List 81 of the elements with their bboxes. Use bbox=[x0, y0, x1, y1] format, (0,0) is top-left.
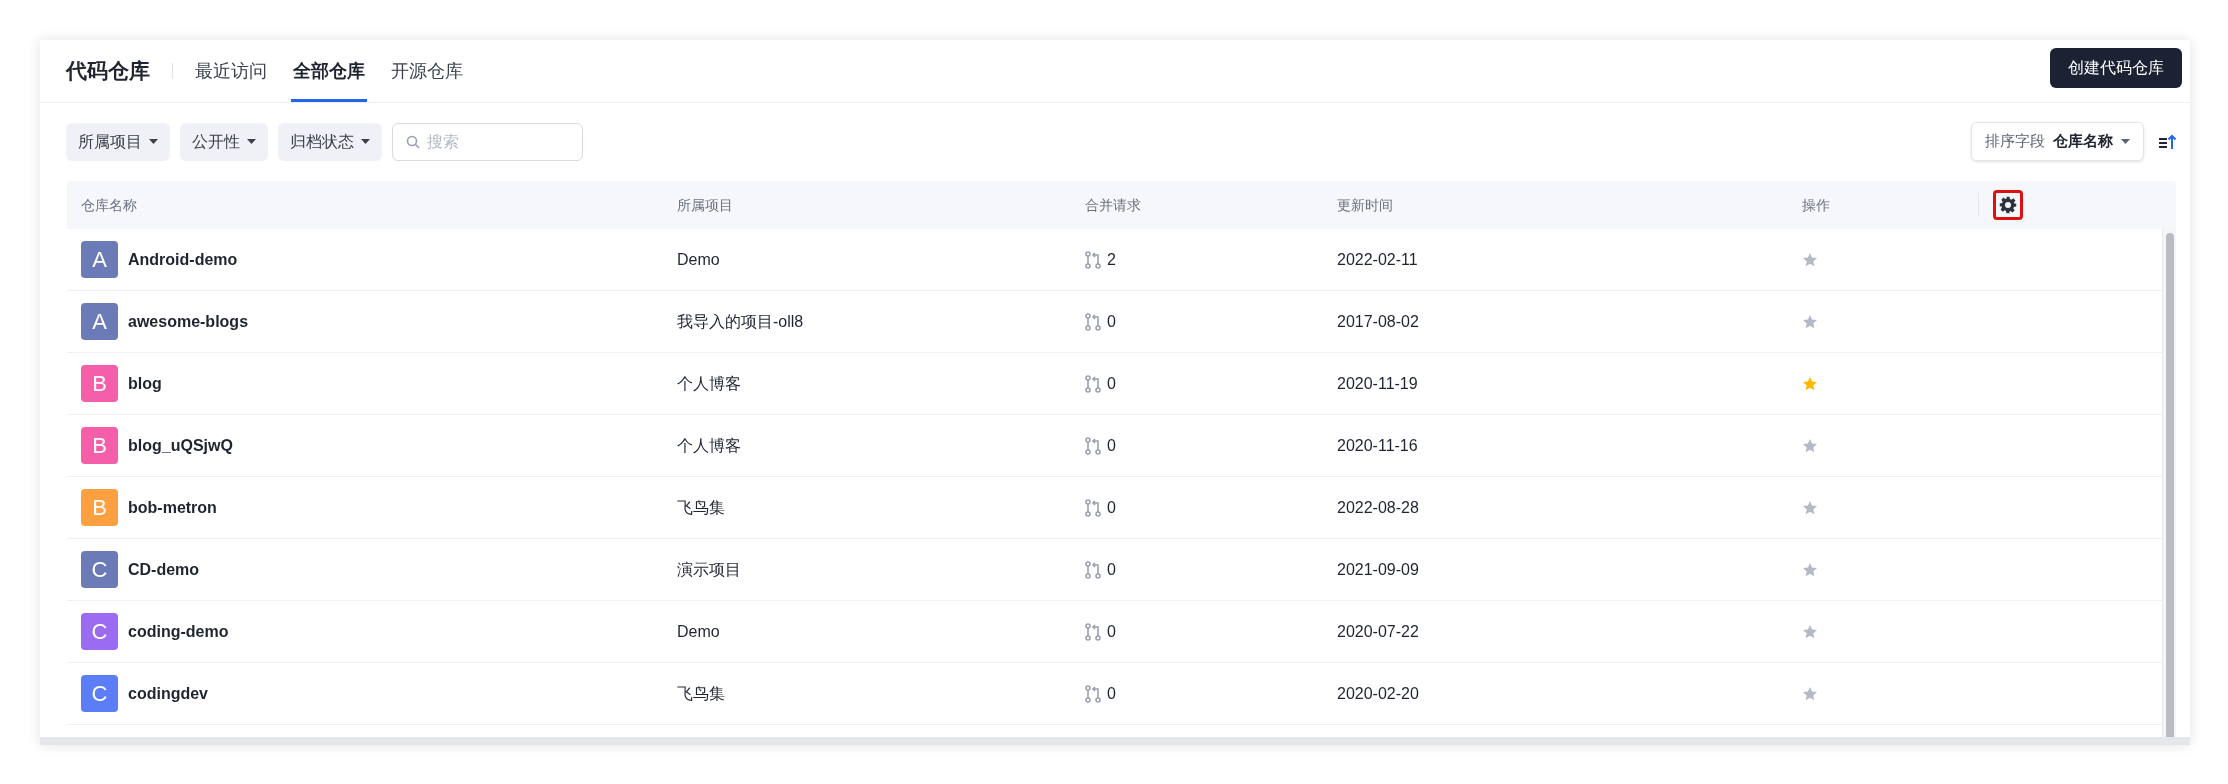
caret-icon bbox=[247, 139, 256, 144]
project-name: 飞鸟集 bbox=[677, 683, 725, 704]
star-icon[interactable] bbox=[1802, 313, 1818, 330]
filter-dropdown[interactable]: 公开性 bbox=[180, 122, 268, 161]
filter-dropdown[interactable]: 归档状态 bbox=[278, 122, 382, 161]
update-date: 2020-11-19 bbox=[1337, 373, 1418, 394]
update-date: 2022-02-11 bbox=[1337, 249, 1418, 270]
star-icon[interactable] bbox=[1802, 499, 1818, 516]
merge-request-icon bbox=[1085, 498, 1101, 517]
repository-name-link[interactable]: codingdev bbox=[128, 681, 208, 706]
repository-name-link[interactable]: CD-demo bbox=[128, 557, 200, 582]
filter-dropdown[interactable]: 所属项目 bbox=[66, 122, 170, 161]
project-name: 飞鸟集 bbox=[677, 497, 725, 518]
star-icon[interactable] bbox=[1802, 685, 1818, 702]
project-name: 演示项目 bbox=[677, 559, 741, 580]
sort-field-dropdown[interactable]: 排序字段 仓库名称 bbox=[1971, 122, 2144, 161]
sort-ascending-icon[interactable] bbox=[2158, 133, 2176, 150]
repository-name-link[interactable]: blog bbox=[128, 371, 162, 396]
project-name: Demo bbox=[677, 249, 720, 270]
merge-request-icon bbox=[1085, 250, 1101, 269]
project-name: Demo bbox=[677, 621, 720, 642]
caret-icon bbox=[2121, 139, 2130, 144]
search-icon bbox=[406, 134, 420, 149]
column-header: 仓库名称 bbox=[81, 195, 137, 215]
create-repository-button[interactable]: 创建代码仓库 bbox=[2050, 48, 2182, 88]
star-icon[interactable] bbox=[1802, 437, 1818, 454]
repository-avatar: A bbox=[81, 241, 118, 278]
update-date: 2020-07-22 bbox=[1337, 621, 1419, 642]
merge-request-count: 0 bbox=[1107, 373, 1116, 394]
repository-avatar: C bbox=[81, 675, 118, 712]
update-date: 2020-11-16 bbox=[1337, 435, 1418, 456]
column-header: 合并请求 bbox=[1085, 195, 1141, 215]
repository-avatar: A bbox=[81, 303, 118, 340]
settings-icon[interactable] bbox=[1999, 196, 2017, 214]
search-field[interactable]: 搜索 bbox=[392, 122, 583, 161]
page-title: 代码仓库 bbox=[66, 58, 150, 85]
merge-request-count: 0 bbox=[1107, 621, 1116, 642]
merge-request-icon bbox=[1085, 560, 1101, 579]
star-icon[interactable] bbox=[1802, 561, 1818, 578]
update-date: 2017-08-02 bbox=[1337, 311, 1419, 332]
project-name: 个人博客 bbox=[677, 373, 741, 394]
repository-name-link[interactable]: bob-metron bbox=[128, 495, 217, 520]
merge-request-icon bbox=[1085, 312, 1101, 331]
star-icon[interactable] bbox=[1802, 623, 1818, 640]
caret-icon bbox=[361, 139, 370, 144]
repository-name-link[interactable]: coding-demo bbox=[128, 619, 229, 644]
project-name: 我导入的项目-oll8 bbox=[677, 311, 804, 332]
merge-request-count: 0 bbox=[1107, 311, 1116, 332]
repository-avatar: B bbox=[81, 427, 118, 464]
tab[interactable]: 最近访问 bbox=[193, 40, 269, 102]
sort-field-value: 仓库名称 bbox=[2053, 131, 2113, 152]
repository-name-link[interactable]: blog_uQSjwQ bbox=[128, 433, 233, 458]
repository-avatar: C bbox=[81, 551, 118, 588]
merge-request-count: 0 bbox=[1107, 559, 1116, 580]
merge-request-icon bbox=[1085, 684, 1101, 703]
column-header: 更新时间 bbox=[1337, 195, 1393, 215]
repository-avatar: C bbox=[81, 613, 118, 650]
tab[interactable]: 全部仓库 bbox=[291, 40, 367, 102]
sort-field-label: 排序字段 bbox=[1985, 131, 2045, 152]
merge-request-count: 0 bbox=[1107, 683, 1116, 704]
repository-avatar: B bbox=[81, 489, 118, 526]
update-date: 2021-09-09 bbox=[1337, 559, 1419, 580]
merge-request-icon bbox=[1085, 436, 1101, 455]
merge-request-count: 0 bbox=[1107, 435, 1116, 456]
column-header: 所属项目 bbox=[677, 195, 733, 215]
merge-request-count: 0 bbox=[1107, 497, 1116, 518]
repository-name-link[interactable]: Android-demo bbox=[128, 247, 238, 272]
update-date: 2020-02-20 bbox=[1337, 683, 1419, 704]
merge-request-icon bbox=[1085, 622, 1101, 641]
update-date: 2022-08-28 bbox=[1337, 497, 1419, 518]
project-name: 个人博客 bbox=[677, 435, 741, 456]
repository-name-link[interactable]: awesome-blogs bbox=[128, 309, 249, 334]
column-header: 操作 bbox=[1802, 195, 1830, 215]
tab[interactable]: 开源仓库 bbox=[389, 40, 465, 102]
star-icon[interactable] bbox=[1802, 251, 1818, 268]
merge-request-count: 2 bbox=[1107, 249, 1116, 270]
caret-icon bbox=[149, 139, 158, 144]
repository-avatar: B bbox=[81, 365, 118, 402]
scrollbar-thumb[interactable] bbox=[2165, 233, 2174, 737]
merge-request-icon bbox=[1085, 374, 1101, 393]
star-icon[interactable] bbox=[1802, 375, 1818, 392]
